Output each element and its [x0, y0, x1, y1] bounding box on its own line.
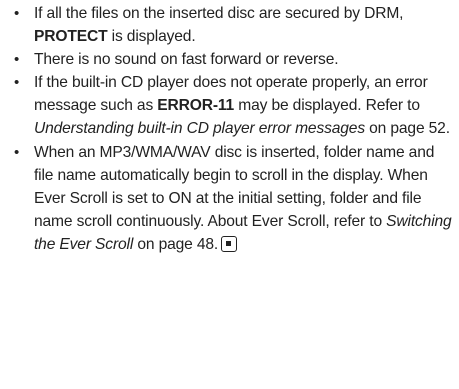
notes-list: • If all the files on the inserted disc …: [12, 2, 453, 256]
bullet-icon: •: [14, 143, 20, 161]
document-page: • If all the files on the inserted disc …: [0, 0, 459, 389]
list-item: • When an MP3/WMA/WAV disc is inserted, …: [12, 141, 453, 256]
note-text: If all the files on the inserted disc ar…: [34, 5, 404, 22]
list-item: • There is no sound on fast forward or r…: [12, 48, 453, 71]
bullet-icon: •: [14, 5, 20, 22]
bullet-icon: •: [14, 51, 20, 69]
status-keyword: PROTECT: [34, 28, 108, 46]
note-text: may be displayed. Refer to: [234, 97, 420, 115]
note-text: There is no sound on fast forward or rev…: [34, 51, 339, 69]
note-text: on page 52.: [364, 120, 450, 138]
cross-reference: Understanding built-in CD player error m…: [34, 120, 365, 138]
bullet-icon: •: [14, 74, 20, 92]
error-code: ERROR-11: [157, 97, 235, 115]
end-of-section-icon: [221, 235, 238, 252]
list-item: • If all the files on the inserted disc …: [12, 2, 453, 48]
note-text: is displayed.: [107, 28, 196, 46]
note-text: When an MP3/WMA/WAV disc is inserted, fo…: [34, 143, 435, 230]
list-item: • If the built-in CD player does not ope…: [12, 71, 453, 140]
note-text: on page 48.: [133, 235, 219, 253]
